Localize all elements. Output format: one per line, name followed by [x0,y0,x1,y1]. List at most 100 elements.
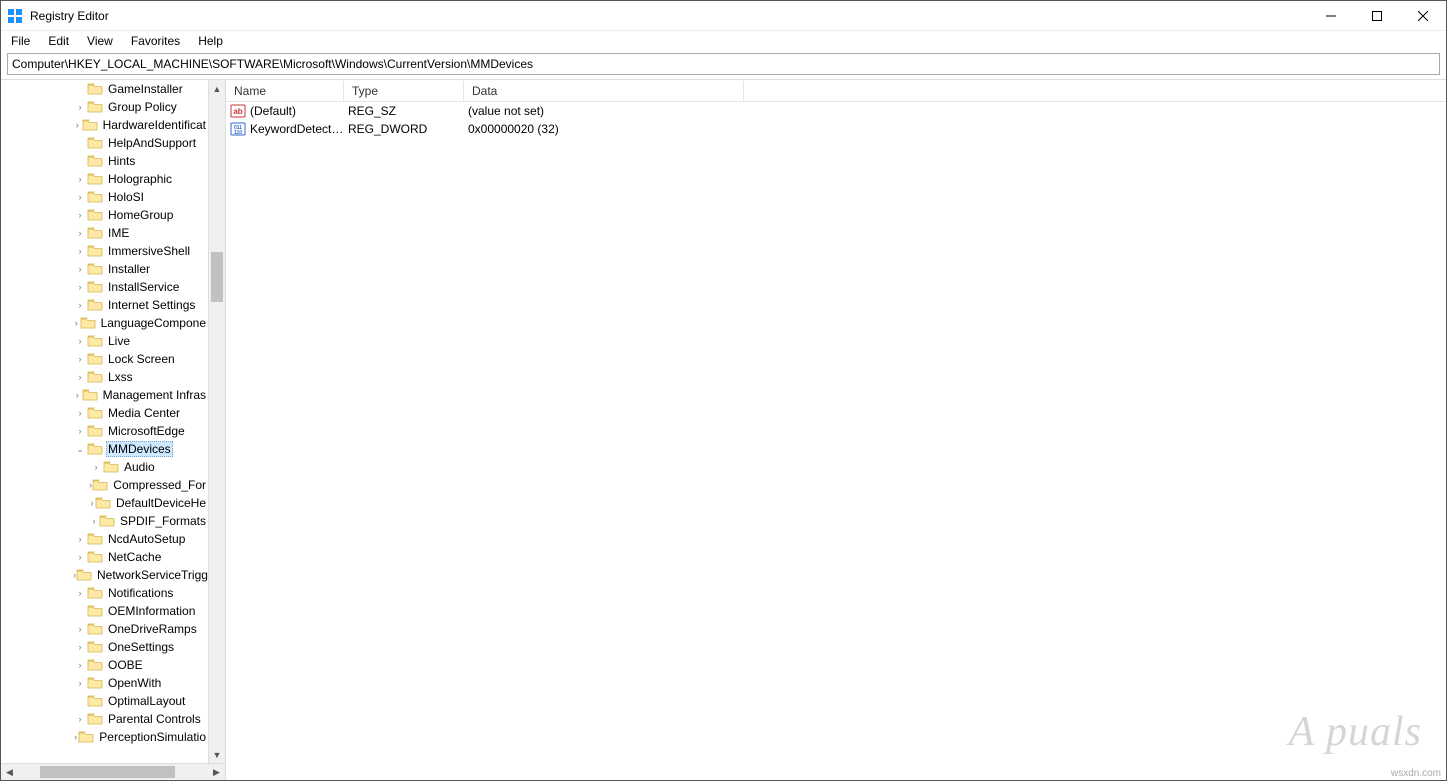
list-row[interactable]: ab(Default)REG_SZ(value not set) [226,102,1446,120]
tree-item[interactable]: ›NcdAutoSetup [1,530,208,548]
tree-item[interactable]: ›Media Center [1,404,208,422]
menu-file[interactable]: File [3,32,38,50]
tree-item[interactable]: ›HardwareIdentificat [1,116,208,134]
tree-item[interactable]: ›Compressed_For [1,476,208,494]
tree-item[interactable]: ›MicrosoftEdge [1,422,208,440]
tree-item[interactable]: ›Lxss [1,368,208,386]
tree-item[interactable]: HelpAndSupport [1,134,208,152]
chevron-right-icon[interactable]: › [73,678,87,688]
tree-item-label: IME [106,226,131,240]
horizontal-scrollbar[interactable]: ◀ ▶ [1,763,225,780]
tree-item[interactable]: ›NetworkServiceTrigg [1,566,208,584]
tree-item[interactable]: ›HomeGroup [1,206,208,224]
regedit-icon [7,8,23,24]
hscroll-thumb[interactable] [40,766,175,778]
column-type[interactable]: Type [344,81,464,101]
column-name[interactable]: Name [226,81,344,101]
chevron-right-icon[interactable]: › [73,354,87,364]
close-button[interactable] [1400,1,1446,31]
tree-item[interactable]: ›OneDriveRamps [1,620,208,638]
tree-item[interactable]: ›OOBE [1,656,208,674]
chevron-right-icon[interactable]: › [73,552,87,562]
chevron-right-icon[interactable]: › [73,408,87,418]
chevron-right-icon[interactable]: › [73,318,80,328]
list-body[interactable]: ab(Default)REG_SZ(value not set)011110Ke… [226,102,1446,780]
menu-favorites[interactable]: Favorites [123,32,188,50]
folder-icon [87,298,103,312]
chevron-right-icon[interactable]: › [73,192,87,202]
tree-item[interactable]: GameInstaller [1,80,208,98]
vertical-scrollbar[interactable]: ▲ ▼ [208,80,225,763]
tree-item[interactable]: Hints [1,152,208,170]
tree-item[interactable]: ›Live [1,332,208,350]
menu-view[interactable]: View [79,32,121,50]
chevron-right-icon[interactable]: › [73,588,87,598]
tree-item[interactable]: OptimalLayout [1,692,208,710]
tree-item[interactable]: ›LanguageCompone [1,314,208,332]
tree-item[interactable]: › Lock Screen [1,350,208,368]
chevron-right-icon[interactable]: › [73,174,87,184]
tree-item[interactable]: ›Installer [1,260,208,278]
tree-item[interactable]: ›ImmersiveShell [1,242,208,260]
chevron-right-icon[interactable]: › [73,102,87,112]
chevron-right-icon[interactable]: › [73,336,87,346]
folder-icon [76,568,92,582]
tree-item[interactable]: ›PerceptionSimulatio [1,728,208,746]
tree-item[interactable]: ›Audio [1,458,208,476]
tree-items[interactable]: GameInstaller›Group Policy›HardwareIdent… [1,80,208,763]
tree-item[interactable]: ›InstallService [1,278,208,296]
folder-icon [87,136,103,150]
menu-help[interactable]: Help [190,32,231,50]
tree-item[interactable]: ›NetCache [1,548,208,566]
tree-item-label: Lock Screen [106,352,177,366]
chevron-right-icon[interactable]: › [73,300,87,310]
tree-item[interactable]: ›Management Infras [1,386,208,404]
tree-item[interactable]: › Parental Controls [1,710,208,728]
chevron-right-icon[interactable]: › [73,372,87,382]
scroll-track[interactable] [209,97,225,746]
tree-item[interactable]: ›SPDIF_Formats [1,512,208,530]
scroll-up-arrow[interactable]: ▲ [209,80,225,97]
chevron-right-icon[interactable]: › [73,210,87,220]
scroll-right-arrow[interactable]: ▶ [208,767,225,778]
chevron-right-icon[interactable]: › [73,228,87,238]
chevron-right-icon[interactable]: › [73,624,87,634]
tree-item[interactable]: ›Group Policy [1,98,208,116]
scroll-down-arrow[interactable]: ▼ [209,746,225,763]
chevron-right-icon[interactable]: › [73,714,87,724]
titlebar[interactable]: Registry Editor [1,1,1446,31]
chevron-right-icon[interactable]: › [73,642,87,652]
chevron-down-icon[interactable]: ⌄ [73,444,87,455]
tree-item[interactable]: ⌄MMDevices [1,440,208,458]
tree-item[interactable]: OEMInformation [1,602,208,620]
chevron-right-icon[interactable]: › [73,426,87,436]
address-bar[interactable]: Computer\HKEY_LOCAL_MACHINE\SOFTWARE\Mic… [7,53,1440,75]
hscroll-track[interactable] [18,764,208,780]
column-data[interactable]: Data [464,81,744,101]
tree-item[interactable]: › IME [1,224,208,242]
chevron-right-icon[interactable]: › [73,120,82,130]
chevron-right-icon[interactable]: › [73,246,87,256]
chevron-right-icon[interactable]: › [73,390,82,400]
chevron-right-icon[interactable]: › [73,660,87,670]
tree-item[interactable]: ›Holographic [1,170,208,188]
chevron-right-icon[interactable]: › [89,516,99,526]
list-row[interactable]: 011110KeywordDetecto...REG_DWORD0x000000… [226,120,1446,138]
chevron-right-icon[interactable]: › [73,264,87,274]
scroll-left-arrow[interactable]: ◀ [1,767,18,778]
tree-item[interactable]: ›HoloSI [1,188,208,206]
tree-item[interactable]: ›Internet Settings [1,296,208,314]
folder-icon [87,640,103,654]
tree-item-label: Parental Controls [106,712,203,726]
tree-item[interactable]: ›Notifications [1,584,208,602]
scroll-thumb[interactable] [211,252,223,302]
chevron-right-icon[interactable]: › [73,282,87,292]
tree-item[interactable]: ›DefaultDeviceHe [1,494,208,512]
maximize-button[interactable] [1354,1,1400,31]
tree-item[interactable]: ›OneSettings [1,638,208,656]
chevron-right-icon[interactable]: › [89,462,103,472]
tree-item[interactable]: ›OpenWith [1,674,208,692]
chevron-right-icon[interactable]: › [73,534,87,544]
minimize-button[interactable] [1308,1,1354,31]
menu-edit[interactable]: Edit [40,32,77,50]
